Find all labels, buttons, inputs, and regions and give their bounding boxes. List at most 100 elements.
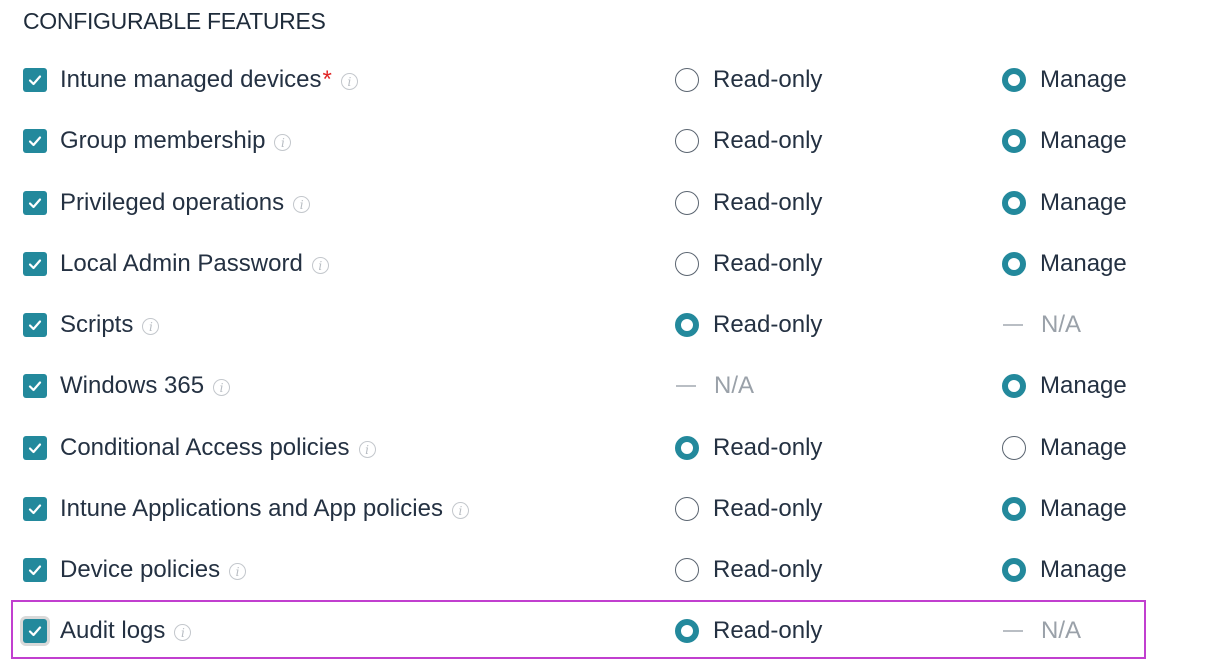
read-only-label: Read-only bbox=[713, 494, 823, 522]
read-only-label: Read-only bbox=[713, 616, 823, 644]
feature-label-cell: Intune managed devices * i bbox=[60, 49, 358, 110]
feature-label-cell: Intune Applications and App policies i bbox=[60, 478, 469, 539]
manage-label: Manage bbox=[1040, 188, 1127, 216]
manage-radio[interactable] bbox=[1002, 190, 1026, 215]
read-only-radio[interactable] bbox=[675, 312, 699, 337]
manage-radio[interactable] bbox=[1002, 496, 1026, 521]
feature-checkbox[interactable] bbox=[23, 557, 47, 582]
read-only-option[interactable]: Read-only bbox=[675, 539, 822, 600]
read-only-radio[interactable] bbox=[675, 557, 699, 582]
feature-label: Local Admin Password bbox=[60, 249, 303, 277]
feature-label: Privileged operations bbox=[60, 188, 285, 216]
checkbox-cell bbox=[23, 49, 47, 110]
feature-checkbox[interactable] bbox=[23, 190, 47, 215]
manage-label: Manage bbox=[1040, 126, 1127, 154]
read-only-option[interactable]: Read-only bbox=[675, 478, 822, 539]
feature-checkbox[interactable] bbox=[23, 496, 47, 521]
feature-row: Privileged operations i Read-only Manage bbox=[0, 172, 1228, 233]
manage-option: N/A bbox=[1002, 294, 1081, 355]
read-only-radio[interactable] bbox=[675, 251, 699, 276]
read-only-radio[interactable] bbox=[675, 618, 699, 643]
manage-option[interactable]: Manage bbox=[1002, 172, 1127, 233]
checkbox-cell bbox=[23, 478, 47, 539]
manage-label: Manage bbox=[1040, 494, 1127, 522]
feature-checkbox[interactable] bbox=[23, 435, 47, 460]
info-icon[interactable]: i bbox=[311, 257, 329, 274]
feature-row: Intune Applications and App policies i Rea… bbox=[0, 478, 1228, 539]
read-only-label: Read-only bbox=[713, 310, 823, 338]
checkbox-cell bbox=[23, 233, 47, 294]
info-icon[interactable]: i bbox=[358, 441, 376, 458]
manage-radio[interactable] bbox=[1002, 435, 1026, 460]
info-icon[interactable]: i bbox=[229, 563, 247, 580]
dash-icon bbox=[1003, 629, 1023, 632]
read-only-label: Read-only bbox=[713, 65, 823, 93]
info-icon[interactable]: i bbox=[213, 379, 231, 396]
checkbox-cell bbox=[23, 172, 47, 233]
feature-label-cell: Group membership i bbox=[60, 110, 292, 171]
feature-label: Conditional Access policies bbox=[60, 433, 350, 461]
na-label: N/A bbox=[714, 371, 755, 399]
feature-label-cell: Conditional Access policies i bbox=[60, 417, 376, 478]
read-only-option[interactable]: Read-only bbox=[675, 110, 822, 171]
manage-radio[interactable] bbox=[1002, 67, 1026, 92]
read-only-option[interactable]: Read-only bbox=[675, 417, 822, 478]
feature-row: Intune managed devices * i Read-only Manage bbox=[0, 49, 1228, 110]
manage-radio[interactable] bbox=[1002, 128, 1026, 153]
na-label: N/A bbox=[1041, 616, 1082, 644]
manage-option: N/A bbox=[1002, 600, 1081, 661]
feature-label: Windows 365 bbox=[60, 371, 205, 399]
feature-row: Audit logs i Read-only N/A bbox=[0, 600, 1228, 661]
read-only-label: Read-only bbox=[713, 555, 823, 583]
read-only-option[interactable]: Read-only bbox=[675, 600, 822, 661]
checkbox-cell bbox=[23, 417, 47, 478]
checkbox-cell bbox=[23, 539, 47, 600]
manage-radio[interactable] bbox=[1002, 251, 1026, 276]
manage-option[interactable]: Manage bbox=[1002, 478, 1127, 539]
na-label: N/A bbox=[1041, 310, 1082, 338]
feature-checkbox[interactable] bbox=[23, 251, 47, 276]
read-only-option[interactable]: Read-only bbox=[675, 294, 822, 355]
manage-option[interactable]: Manage bbox=[1002, 233, 1127, 294]
read-only-option[interactable]: Read-only bbox=[675, 49, 822, 110]
feature-label: Audit logs bbox=[60, 616, 166, 644]
manage-label: Manage bbox=[1040, 65, 1127, 93]
checkbox-cell bbox=[23, 294, 47, 355]
manage-radio[interactable] bbox=[1002, 557, 1026, 582]
feature-checkbox[interactable] bbox=[23, 618, 47, 643]
manage-label: Manage bbox=[1040, 249, 1127, 277]
info-icon[interactable]: i bbox=[174, 624, 192, 641]
manage-label: Manage bbox=[1040, 555, 1127, 583]
manage-option[interactable]: Manage bbox=[1002, 110, 1127, 171]
feature-checkbox[interactable] bbox=[23, 128, 47, 153]
read-only-radio[interactable] bbox=[675, 496, 699, 521]
feature-label-cell: Scripts i bbox=[60, 294, 160, 355]
feature-checkbox[interactable] bbox=[23, 312, 47, 337]
manage-option[interactable]: Manage bbox=[1002, 539, 1127, 600]
checkbox-cell bbox=[23, 600, 47, 661]
manage-radio[interactable] bbox=[1002, 373, 1026, 398]
info-icon[interactable]: i bbox=[340, 73, 358, 90]
feature-checkbox[interactable] bbox=[23, 67, 47, 92]
read-only-radio[interactable] bbox=[675, 190, 699, 215]
manage-option[interactable]: Manage bbox=[1002, 49, 1127, 110]
read-only-radio[interactable] bbox=[675, 128, 699, 153]
info-icon[interactable]: i bbox=[293, 196, 311, 213]
info-icon[interactable]: i bbox=[142, 318, 160, 335]
read-only-radio[interactable] bbox=[675, 435, 699, 460]
read-only-radio[interactable] bbox=[675, 67, 699, 92]
manage-label: Manage bbox=[1040, 433, 1127, 461]
feature-row: Local Admin Password i Read-only Manage bbox=[0, 233, 1228, 294]
read-only-option: N/A bbox=[675, 355, 754, 416]
feature-checkbox[interactable] bbox=[23, 373, 47, 398]
feature-label-cell: Device policies i bbox=[60, 539, 247, 600]
feature-label: Scripts bbox=[60, 310, 134, 338]
info-icon[interactable]: i bbox=[274, 134, 292, 151]
read-only-option[interactable]: Read-only bbox=[675, 172, 822, 233]
info-icon[interactable]: i bbox=[451, 502, 469, 519]
read-only-option[interactable]: Read-only bbox=[675, 233, 822, 294]
feature-row: Group membership i Read-only Manage bbox=[0, 110, 1228, 171]
manage-option[interactable]: Manage bbox=[1002, 417, 1127, 478]
manage-option[interactable]: Manage bbox=[1002, 355, 1127, 416]
read-only-label: Read-only bbox=[713, 126, 823, 154]
